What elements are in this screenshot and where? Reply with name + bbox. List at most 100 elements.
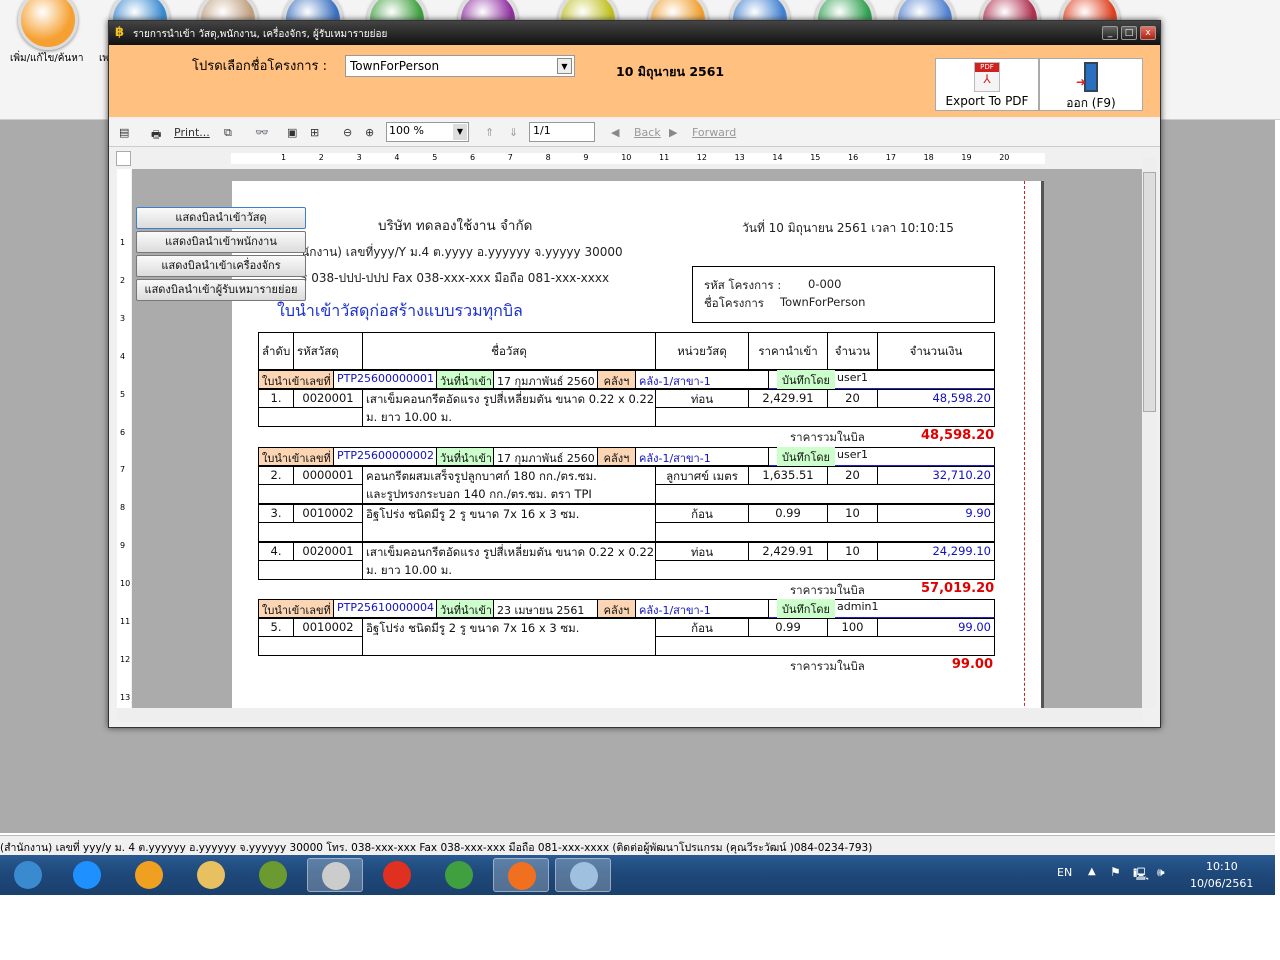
single-page-icon[interactable]: ▣ xyxy=(287,126,297,139)
top-label-add-edit-search[interactable]: เพิ่ม/แก้ไข/ค้นหา xyxy=(10,51,83,66)
language-indicator[interactable]: EN xyxy=(1057,866,1072,879)
chevron-down-icon[interactable]: ▼ xyxy=(453,124,467,140)
scroll-thumb[interactable] xyxy=(1143,172,1156,412)
item-qty: 10 xyxy=(827,542,878,561)
page-up-icon[interactable]: ⇑ xyxy=(485,126,494,139)
taskbar-firefox[interactable] xyxy=(493,858,549,892)
zoom-out-icon[interactable]: ⊖ xyxy=(343,126,352,139)
file-explorer-icon xyxy=(197,861,225,889)
ruler-tick-label: 1 xyxy=(281,153,287,162)
item-unit: ท่อน xyxy=(655,389,749,408)
item-qty: 10 xyxy=(827,504,878,523)
app-orange-icon xyxy=(135,861,163,889)
ruler-tick-label: 13 xyxy=(734,153,745,162)
taskbar-report-app[interactable] xyxy=(307,858,363,892)
taskbar-app-red[interactable] xyxy=(369,858,425,892)
show-bill-button-2[interactable]: แสดงบิลนำเข้าเครื่องจักร xyxy=(136,255,306,277)
zoom-select[interactable]: 100 % ▼ xyxy=(386,122,469,142)
ruler-tick-label: 3 xyxy=(120,313,126,323)
page-input[interactable]: 1/1 xyxy=(529,122,595,142)
show-hidden-icons[interactable]: ▲ xyxy=(1088,866,1096,877)
store-label: คลังฯ xyxy=(597,370,636,389)
item-qty: 20 xyxy=(827,466,878,485)
item-name: คอนกรีตผสมเสร็จรูปลูกบาศก์ 180 กก./ตร.ซม… xyxy=(362,466,656,504)
minimize-button[interactable]: _ xyxy=(1102,26,1118,40)
exit-button[interactable]: ➜ ออก (F9) xyxy=(1039,58,1143,111)
ruler-tick-label: 4 xyxy=(120,351,126,361)
item-qty: 100 xyxy=(827,618,878,637)
taskbar-internet-explorer[interactable] xyxy=(59,858,115,892)
printer-icon[interactable]: 🖶 xyxy=(151,126,161,145)
item-amount: 99.00 xyxy=(877,618,995,637)
binoculars-icon[interactable]: 👓 xyxy=(255,126,269,139)
back-arrow-icon[interactable]: ◀ xyxy=(611,126,619,139)
taskbar-hs-app[interactable] xyxy=(245,858,301,892)
export-pdf-button[interactable]: PDF ⅄ Export To PDF xyxy=(935,58,1039,111)
ruler-tick-label: 1 xyxy=(120,238,126,247)
store-value: คลัง-1/สาขา-1 xyxy=(635,447,769,466)
item-name-line2: ม. ยาว 10.00 ม. xyxy=(366,410,453,424)
taskbar-chrome[interactable] xyxy=(431,858,487,892)
back-button[interactable]: Back xyxy=(634,126,661,139)
action-center-flag-icon[interactable]: ⚑ xyxy=(1110,865,1121,879)
item-price: 0.99 xyxy=(748,504,828,523)
show-bill-button-3[interactable]: แสดงบิลนำเข้าผู้รับเหมารายย่อย xyxy=(136,279,306,301)
clock-date[interactable]: 10/06/2561 xyxy=(1190,877,1253,890)
ruler-tick-label: 13 xyxy=(120,692,131,702)
print-button[interactable]: Print... xyxy=(174,126,210,139)
zoom-in-icon[interactable]: ⊕ xyxy=(365,126,374,139)
chevron-down-icon[interactable]: ▼ xyxy=(557,58,572,74)
item-blank-right xyxy=(655,636,995,656)
item-blank-left xyxy=(258,636,363,656)
viewer-toolbar: ▤ 🖶 Print... ⧉ 👓 ▣ ⊞ ⊖ ⊕ 100 % ▼ ⇑ ⇓ 1/1 … xyxy=(109,119,1160,147)
saved-by-label: บันทึกโดย xyxy=(777,599,835,618)
toolbar-app-icon[interactable] xyxy=(18,0,78,50)
paint-icon xyxy=(570,862,598,890)
report-app-icon xyxy=(322,862,350,890)
taskbar-start[interactable] xyxy=(0,858,56,892)
network-icon[interactable]: 🖳 xyxy=(1133,865,1149,886)
bill-date-label: วันที่นำเข้า xyxy=(436,599,494,618)
bill-no: PTP25600000001 xyxy=(333,370,437,389)
column-header-0: ลำดับ xyxy=(258,332,294,370)
item-amount: 24,299.10 xyxy=(877,542,995,561)
maximize-button[interactable]: □ xyxy=(1121,26,1137,40)
ruler-corner xyxy=(116,151,131,166)
taskbar-app-orange[interactable] xyxy=(121,858,177,892)
bill-total: 48,598.20 xyxy=(921,428,995,443)
clock-time[interactable]: 10:10 xyxy=(1206,860,1238,873)
vertical-scrollbar[interactable] xyxy=(1142,157,1157,708)
ruler-tick-label: 14 xyxy=(772,153,783,162)
close-button[interactable]: x xyxy=(1140,26,1156,40)
taskbar-paint[interactable] xyxy=(555,858,611,892)
item-price: 2,429.91 xyxy=(748,542,828,561)
horizontal-scrollbar[interactable] xyxy=(117,708,1142,722)
item-code: 0010002 xyxy=(293,618,363,637)
status-bar: (สำนักงาน) เลขที่ yyy/y ม. 4 ต.yyyyyy อ.… xyxy=(0,835,1275,855)
page-down-icon[interactable]: ⇓ xyxy=(509,126,518,139)
project-select[interactable]: TownForPerson ▼ xyxy=(345,55,575,77)
forward-arrow-icon[interactable]: ▶ xyxy=(669,126,677,139)
show-bill-button-0[interactable]: แสดงบิลนำเข้าวัสดุ xyxy=(136,207,306,229)
item-unit: ก้อน xyxy=(655,618,749,637)
item-name: เสาเข็มคอนกรีตอัดแรง รูปสี่เหลี่ยมตัน ขน… xyxy=(362,389,656,427)
bill-date-label: วันที่นำเข้า xyxy=(436,447,494,466)
forward-button[interactable]: Forward xyxy=(692,126,736,139)
ruler-tick-label: 5 xyxy=(120,389,126,399)
report-title: ใบนำเข้าวัสดุก่อสร้างแบบรวมทุกบิล xyxy=(277,301,523,320)
show-bill-button-1[interactable]: แสดงบิลนำเข้าพนักงาน xyxy=(136,231,306,253)
volume-icon[interactable]: 🕪 xyxy=(1157,865,1165,880)
ruler-tick-label: 6 xyxy=(470,153,476,162)
project-label: โปรดเลือกชื่อโครงการ : xyxy=(192,59,328,74)
item-blank-left xyxy=(258,560,363,580)
item-amount: 32,710.20 xyxy=(877,466,995,485)
taskbar-file-explorer[interactable] xyxy=(183,858,239,892)
ruler-tick-label: 2 xyxy=(318,153,324,162)
bill-total: 99.00 xyxy=(951,657,993,672)
multi-page-icon[interactable]: ⊞ xyxy=(310,126,319,139)
toggle-tree-icon[interactable]: ▤ xyxy=(119,126,129,139)
item-blank-right xyxy=(655,560,995,580)
ruler-tick-label: 7 xyxy=(507,153,513,162)
copy-icon[interactable]: ⧉ xyxy=(224,126,232,140)
item-unit: ท่อน xyxy=(655,542,749,561)
